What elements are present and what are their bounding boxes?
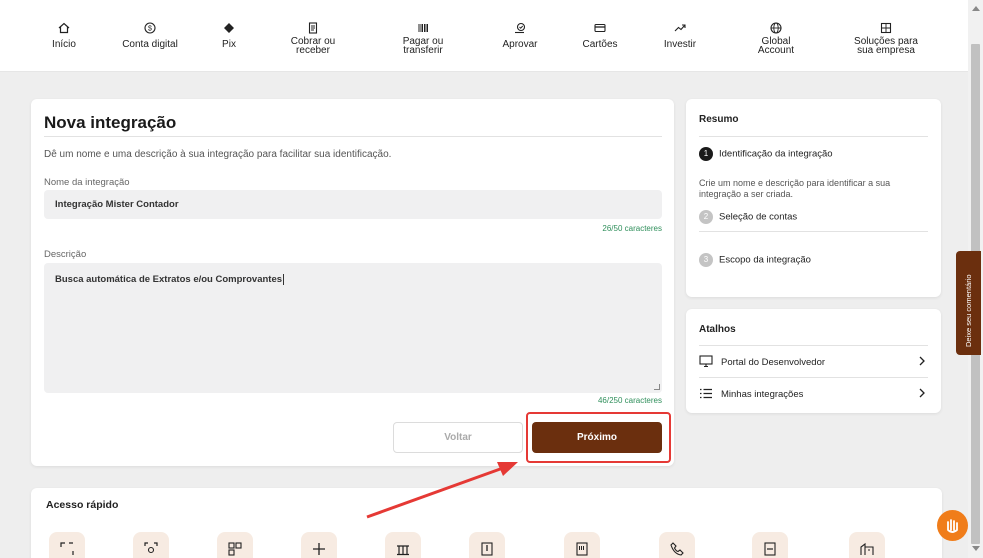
list-icon <box>700 388 712 399</box>
phone-icon <box>670 542 684 556</box>
nav-item-inicio[interactable]: Início <box>14 22 114 50</box>
qr-code-icon <box>228 542 242 556</box>
summary-card: Resumo 1 Identificação da integração Crie… <box>686 99 941 297</box>
quick-tile-8[interactable] <box>659 532 695 558</box>
barcode-doc-icon <box>576 542 588 556</box>
step-label: Seleção de contas <box>719 211 798 223</box>
shortcuts-card: Atalhos Portal do Desenvolvedor Minhas i… <box>686 309 941 413</box>
nav-label: Aprovar <box>502 39 538 50</box>
svg-text:$: $ <box>148 26 152 33</box>
building-icon <box>880 22 892 34</box>
quick-tile-9[interactable] <box>752 532 788 558</box>
scan-icon <box>60 542 74 555</box>
bank-icon <box>397 545 409 556</box>
hand-wave-icon <box>947 519 958 533</box>
invoice-icon <box>308 22 318 34</box>
nav-label: sua empresa <box>857 45 915 56</box>
quick-tile-3[interactable] <box>217 532 253 558</box>
description-value: Busca automática de Extratos e/ou Compro… <box>55 274 283 285</box>
summary-title: Resumo <box>699 114 739 125</box>
nav-item-cobrar[interactable]: Cobrar ou receber <box>263 22 363 56</box>
step-number: 1 <box>699 147 713 161</box>
nav-item-pagar[interactable]: Pagar ou transferir <box>373 22 473 56</box>
monitor-icon <box>699 355 713 368</box>
shortcuts-row-divider <box>699 377 928 378</box>
shortcuts-title: Atalhos <box>699 324 736 335</box>
description-field-label: Descrição <box>44 249 87 260</box>
barcode-icon <box>418 24 428 32</box>
quick-tile-1[interactable] <box>49 532 85 558</box>
name-field-label: Nome da integração <box>44 177 130 188</box>
page-title: Nova integração <box>44 113 177 132</box>
chat-button[interactable] <box>937 510 968 541</box>
shortcuts-divider <box>699 345 928 346</box>
chevron-right-icon <box>919 388 925 398</box>
nav-label: Pix <box>222 39 236 50</box>
next-button-highlight <box>526 412 671 463</box>
plus-icon <box>313 543 325 555</box>
scroll-up-icon[interactable] <box>972 6 980 11</box>
step-label: Escopo da integração <box>719 254 811 266</box>
quick-tile-4[interactable] <box>301 532 337 558</box>
nav-item-solucoes[interactable]: Soluções para sua empresa <box>836 22 936 56</box>
nav-label: Cartões <box>582 39 618 50</box>
nav-item-investir[interactable]: Investir <box>630 22 730 50</box>
store-icon <box>860 542 874 555</box>
feedback-tab[interactable]: Deixe seu comentário <box>956 251 981 355</box>
step-3: 3 Escopo da integração <box>699 253 811 267</box>
quick-tile-7[interactable] <box>564 532 600 558</box>
dollar-coin-icon: $ <box>144 22 156 34</box>
nav-label: Início <box>52 39 76 50</box>
calculator-icon <box>764 542 776 556</box>
approve-icon <box>515 22 526 34</box>
quick-tile-2[interactable] <box>133 532 169 558</box>
step-number: 2 <box>699 210 713 224</box>
form-subtitle: Dê um nome e uma descrição à sua integra… <box>44 149 392 160</box>
summary-divider <box>699 136 928 137</box>
nav-label: Investir <box>663 39 697 50</box>
step-number: 3 <box>699 253 713 267</box>
top-nav: Início $ Conta digital Pix Cobrar ou rec… <box>0 0 968 72</box>
shortcut-label: Portal do Desenvolvedor <box>721 357 826 368</box>
step-1-description: Crie um nome e descrição para identifica… <box>699 178 891 199</box>
face-scan-icon <box>144 542 158 554</box>
shortcut-label: Minhas integrações <box>721 389 804 400</box>
name-char-counter: 26/50 caracteres <box>602 224 662 233</box>
step-divider <box>699 231 928 232</box>
description-textarea[interactable]: Busca automática de Extratos e/ou Compro… <box>44 263 662 393</box>
scroll-down-icon[interactable] <box>972 546 980 551</box>
document-icon <box>481 542 493 556</box>
pix-icon <box>224 23 234 33</box>
back-button[interactable]: Voltar <box>393 422 523 453</box>
trend-icon <box>674 24 686 32</box>
shortcut-my-integrations[interactable]: Minhas integrações <box>699 385 929 405</box>
nav-label: Conta digital <box>122 39 178 50</box>
home-icon <box>58 22 70 34</box>
step-2: 2 Seleção de contas <box>699 210 797 224</box>
integration-form-card: Nova integração Dê um nome e uma descriç… <box>31 99 674 466</box>
step-1: 1 Identificação da integração <box>699 147 833 161</box>
chevron-right-icon <box>919 356 925 366</box>
nav-label: transferir <box>403 45 443 56</box>
feedback-label: Deixe seu comentário <box>964 274 973 347</box>
description-char-counter: 46/250 caracteres <box>597 396 662 405</box>
nav-label: receber <box>296 45 330 56</box>
integration-name-input[interactable]: Integração Mister Contador <box>44 190 662 219</box>
quick-tile-10[interactable] <box>849 532 885 558</box>
nav-item-global-account[interactable]: Global Account <box>726 22 826 56</box>
title-divider <box>44 136 662 137</box>
text-cursor <box>283 274 285 285</box>
quick-tile-6[interactable] <box>469 532 505 558</box>
nav-label: Account <box>757 45 795 56</box>
globe-icon <box>770 22 782 34</box>
card-icon <box>594 23 606 33</box>
shortcut-developer-portal[interactable]: Portal do Desenvolvedor <box>699 353 929 373</box>
quick-tile-5[interactable] <box>385 532 421 558</box>
quick-access-card: Acesso rápido <box>31 488 942 558</box>
quick-access-title: Acesso rápido <box>46 499 119 511</box>
step-label: Identificação da integração <box>719 148 833 160</box>
resize-handle-icon[interactable] <box>654 384 660 390</box>
